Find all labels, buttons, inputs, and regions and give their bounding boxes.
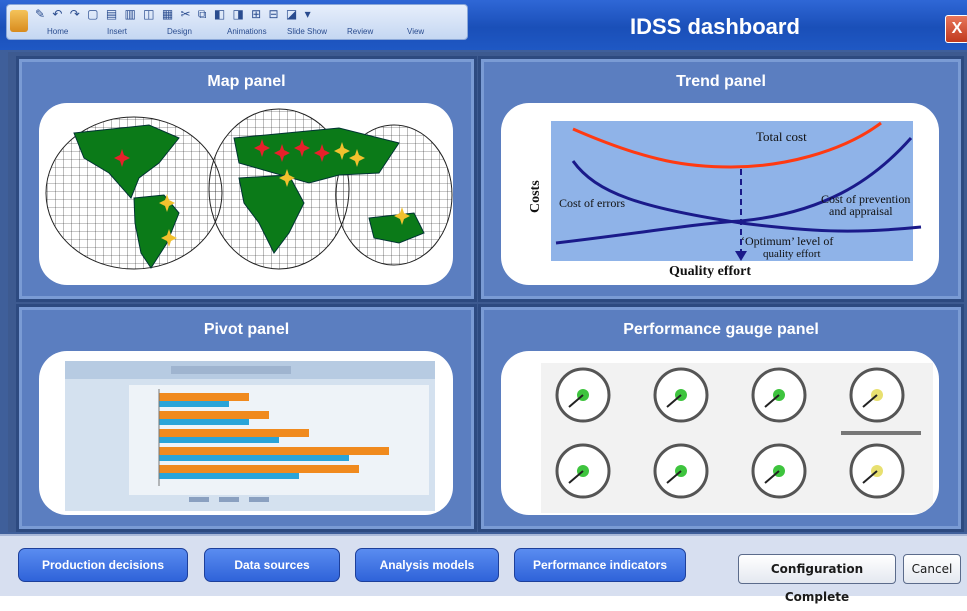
analysis-models-button[interactable]: Analysis models	[355, 548, 499, 582]
ribbon-tab[interactable]: Home	[47, 27, 107, 36]
optimum-label-line2: quality effort	[763, 248, 821, 260]
trend-panel-title: Trend panel	[676, 73, 766, 90]
map-card[interactable]	[39, 103, 453, 285]
panel-grid: Map panel Trend panel Total cost Costs C…	[8, 52, 967, 532]
gauge-icon	[653, 367, 709, 423]
ribbon-tab[interactable]: Animations	[227, 27, 287, 36]
ribbon-tabs: Home Insert Design Animations Slide Show…	[47, 27, 467, 36]
gauge-icon	[555, 367, 611, 423]
gauge-icon	[751, 443, 807, 499]
idss-dashboard-window: ✎ ↶ ↷ ▢ ▤ ▥ ◫ ▦ ✂ ⧉ ◧ ◨ ⊞ ⊟ ◪ ▾ Home Ins…	[0, 0, 967, 604]
optimum-label-line1: ‘Optimum’ level of	[741, 234, 833, 248]
total-cost-label: Total cost	[756, 129, 807, 144]
cancel-button[interactable]: Cancel	[903, 554, 961, 584]
map-panel: Map panel	[16, 56, 477, 302]
gauge-icon	[849, 367, 905, 423]
ribbon-tab[interactable]: Slide Show	[287, 27, 347, 36]
gauge-card[interactable]	[501, 351, 939, 515]
quality-effort-axis-label: Quality effort	[669, 264, 751, 279]
ribbon-tab[interactable]: Design	[167, 27, 227, 36]
title-bar: ✎ ↶ ↷ ▢ ▤ ▥ ◫ ▦ ✂ ⧉ ◧ ◨ ⊞ ⊟ ◪ ▾ Home Ins…	[0, 0, 967, 50]
ribbon-toolbar: ✎ ↶ ↷ ▢ ▤ ▥ ◫ ▦ ✂ ⧉ ◧ ◨ ⊞ ⊟ ◪ ▾ Home Ins…	[6, 4, 468, 40]
world-map-icon	[45, 108, 453, 270]
map-panel-title: Map panel	[207, 73, 286, 90]
trend-panel: Trend panel Total cost Costs Cost of err…	[478, 56, 964, 302]
gauge-icon	[849, 443, 905, 499]
trend-card[interactable]: Total cost Costs Cost of errors Cost of …	[501, 103, 939, 285]
gauge-icon	[653, 443, 709, 499]
pivot-panel-title: Pivot panel	[203, 321, 290, 338]
close-button[interactable]: X	[945, 15, 967, 43]
ribbon-tab[interactable]: Insert	[107, 27, 167, 36]
office-logo-icon[interactable]	[10, 10, 28, 32]
cost-of-errors-label: Cost of errors	[559, 196, 625, 210]
prevention-label-line2: and appraisal	[829, 204, 893, 218]
gauge-panel: Performance gauge panel	[478, 304, 964, 532]
action-bar: Production decisions Data sources Analys…	[0, 534, 967, 604]
pivot-chart-thumbnail	[65, 361, 435, 511]
gauge-icon	[751, 367, 807, 423]
gauge-icon	[555, 443, 611, 499]
gauge-grid-thumbnail	[541, 363, 933, 513]
costs-axis-label: Costs	[528, 180, 543, 213]
pivot-panel: Pivot panel	[16, 304, 477, 532]
window-title: IDSS dashboard	[630, 14, 800, 39]
data-sources-button[interactable]: Data sources	[204, 548, 340, 582]
cost-trend-chart: Total cost Costs Cost of errors Cost of …	[528, 121, 922, 279]
performance-indicators-button[interactable]: Performance indicators	[514, 548, 686, 582]
gauge-panel-title: Performance gauge panel	[623, 321, 819, 338]
configuration-complete-button[interactable]: Configuration Complete	[738, 554, 896, 604]
production-decisions-button[interactable]: Production decisions	[18, 548, 188, 582]
ribbon-tab[interactable]: View	[407, 27, 467, 36]
ribbon-tab[interactable]: Review	[347, 27, 407, 36]
quick-access-icons: ✎ ↶ ↷ ▢ ▤ ▥ ◫ ▦ ✂ ⧉ ◧ ◨ ⊞ ⊟ ◪ ▾	[35, 7, 313, 21]
pivot-card[interactable]	[39, 351, 453, 515]
